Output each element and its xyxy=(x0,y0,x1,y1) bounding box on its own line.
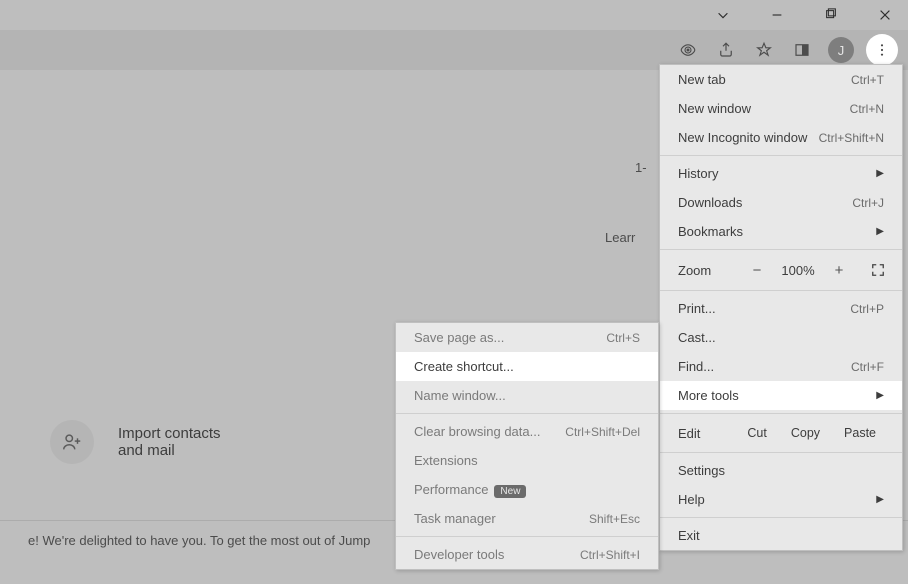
maximize-button[interactable] xyxy=(816,0,846,30)
chevron-right-icon: ▶ xyxy=(876,390,884,401)
submenu-performance[interactable]: PerformanceNew xyxy=(396,475,658,504)
chevron-right-icon: ▶ xyxy=(876,494,884,505)
more-tools-submenu: Save page as...Ctrl+S Create shortcut...… xyxy=(395,322,659,570)
star-icon[interactable] xyxy=(752,38,776,62)
menu-settings[interactable]: Settings xyxy=(660,456,902,485)
menu-print[interactable]: Print...Ctrl+P xyxy=(660,294,902,323)
edit-label: Edit xyxy=(678,426,735,441)
import-contacts-label: and mail xyxy=(118,442,221,459)
zoom-out-button[interactable]: − xyxy=(746,262,768,279)
submenu-developer-tools[interactable]: Developer toolsCtrl+Shift+I xyxy=(396,540,658,569)
zoom-in-button[interactable]: + xyxy=(828,262,850,279)
share-icon[interactable] xyxy=(714,38,738,62)
close-button[interactable] xyxy=(870,0,900,30)
footer-text: e! We're delighted to have you. To get t… xyxy=(28,533,370,548)
bg-text: Learr xyxy=(605,230,635,245)
cut-button[interactable]: Cut xyxy=(735,426,778,440)
zoom-value: 100% xyxy=(778,263,818,278)
menu-zoom-row: Zoom − 100% + xyxy=(660,253,902,287)
chevron-right-icon: ▶ xyxy=(876,226,884,237)
import-contacts-icon xyxy=(50,420,94,464)
menu-separator xyxy=(660,155,902,156)
menu-incognito[interactable]: New Incognito windowCtrl+Shift+N xyxy=(660,123,902,152)
submenu-name-window[interactable]: Name window... xyxy=(396,381,658,410)
paste-button[interactable]: Paste xyxy=(832,426,888,440)
side-panel-icon[interactable] xyxy=(790,38,814,62)
menu-separator xyxy=(660,452,902,453)
submenu-save-page[interactable]: Save page as...Ctrl+S xyxy=(396,323,658,352)
menu-new-tab[interactable]: New tabCtrl+T xyxy=(660,65,902,94)
eye-icon[interactable] xyxy=(676,38,700,62)
submenu-task-manager[interactable]: Task managerShift+Esc xyxy=(396,504,658,533)
chevron-down-icon[interactable] xyxy=(708,0,738,30)
import-contacts-label: Import contacts xyxy=(118,425,221,442)
menu-new-window[interactable]: New windowCtrl+N xyxy=(660,94,902,123)
menu-downloads[interactable]: DownloadsCtrl+J xyxy=(660,188,902,217)
menu-separator xyxy=(660,413,902,414)
copy-button[interactable]: Copy xyxy=(779,426,832,440)
menu-more-tools[interactable]: More tools▶ xyxy=(660,381,902,410)
menu-edit-row: Edit Cut Copy Paste xyxy=(660,417,902,449)
menu-separator xyxy=(396,536,658,537)
window-titlebar xyxy=(0,0,908,30)
profile-avatar[interactable]: J xyxy=(828,37,854,63)
menu-separator xyxy=(660,249,902,250)
bg-text: 1- xyxy=(635,160,647,175)
menu-exit[interactable]: Exit xyxy=(660,521,902,550)
submenu-extensions[interactable]: Extensions xyxy=(396,446,658,475)
fullscreen-icon[interactable] xyxy=(868,260,888,280)
menu-history[interactable]: History▶ xyxy=(660,159,902,188)
menu-bookmarks[interactable]: Bookmarks▶ xyxy=(660,217,902,246)
submenu-create-shortcut[interactable]: Create shortcut... xyxy=(396,352,658,381)
menu-cast[interactable]: Cast... xyxy=(660,323,902,352)
minimize-button[interactable] xyxy=(762,0,792,30)
menu-help[interactable]: Help▶ xyxy=(660,485,902,514)
chevron-right-icon: ▶ xyxy=(876,168,884,179)
menu-separator xyxy=(660,517,902,518)
more-menu-button[interactable] xyxy=(866,34,898,66)
new-badge: New xyxy=(494,485,526,498)
menu-find[interactable]: Find...Ctrl+F xyxy=(660,352,902,381)
submenu-clear-data[interactable]: Clear browsing data...Ctrl+Shift+Del xyxy=(396,417,658,446)
browser-main-menu: New tabCtrl+T New windowCtrl+N New Incog… xyxy=(659,64,903,551)
menu-separator xyxy=(660,290,902,291)
menu-separator xyxy=(396,413,658,414)
zoom-label: Zoom xyxy=(678,263,736,278)
